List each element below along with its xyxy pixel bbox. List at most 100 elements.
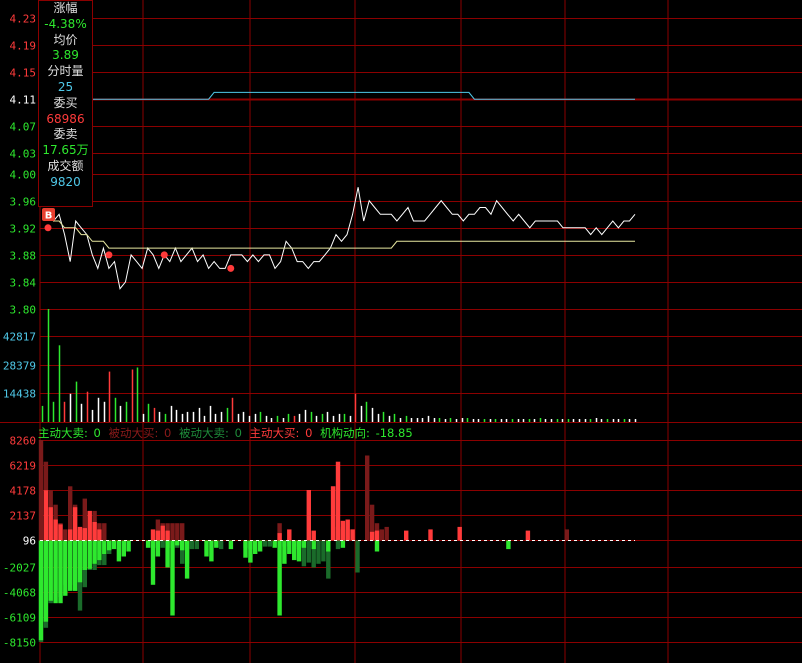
flow-bar: [170, 540, 175, 616]
price-tick-label: 3.88: [10, 250, 37, 263]
price-tick-label: 3.84: [10, 277, 37, 290]
flow-bar: [170, 523, 175, 541]
ask-label: 委卖: [53, 127, 78, 142]
price-tick-label: 3.92: [10, 223, 37, 236]
intraday-chart[interactable]: 4.23 4.19 4.15 4.11 4.07 4.03 4.00 3.96 3.92 3.88…: [0, 0, 802, 663]
flow-bar: [214, 540, 219, 548]
flow-bar: [53, 519, 58, 541]
flow-tick-label: -2027: [3, 562, 36, 575]
change-pct-label: 涨幅: [53, 1, 78, 15]
flow-bar: [257, 540, 263, 552]
flow-bar: [43, 540, 49, 622]
flow-bar: [72, 507, 78, 541]
flow-bar: [77, 526, 83, 541]
flow-bar: [155, 540, 161, 557]
flow-bar: [335, 540, 341, 550]
volume-value: 25: [57, 79, 74, 94]
flow-bar: [326, 540, 331, 552]
trade-dot: [227, 264, 235, 272]
flow-bar: [292, 540, 297, 561]
index-line: [48, 91, 635, 100]
flow-bar: [189, 540, 195, 550]
flow-bar: [48, 507, 53, 541]
flow-tick-label: 2137: [10, 510, 37, 523]
flow-item-institution: 机构动向: -18.85: [320, 426, 413, 440]
flow-bar: [369, 531, 375, 541]
price-tick-label: 4.15: [10, 67, 37, 80]
flow-tick-label: -6109: [3, 612, 36, 625]
flow-bar: [506, 540, 511, 550]
flow-bar: [384, 526, 389, 541]
volume-tick-label: 14438: [3, 388, 36, 401]
flow-bar: [335, 461, 341, 541]
flow-bar: [68, 540, 73, 591]
flow-bar: [311, 540, 316, 550]
price-tick-label: 3.80: [10, 304, 37, 317]
flow-bar: [287, 540, 292, 554]
flow-bar: [102, 523, 107, 541]
price-tick-label: 4.00: [10, 169, 37, 182]
flow-bar: [160, 525, 165, 541]
flow-bar: [277, 533, 282, 541]
bid-label: 委买: [53, 95, 78, 110]
flow-bar: [97, 529, 102, 541]
flow-bar: [82, 528, 87, 541]
flow-bar: [330, 486, 336, 541]
flow-item-active-sell: 主动大卖: 0: [38, 426, 101, 440]
price-tick-label: 4.03: [10, 148, 37, 161]
flow-bar: [43, 490, 49, 541]
flow-bar: [365, 455, 370, 541]
flow-bar: [150, 540, 156, 585]
flow-tick-label: -4068: [3, 587, 36, 600]
flow-bar: [374, 540, 380, 552]
flow-bar: [155, 530, 161, 541]
flow-bar: [175, 523, 180, 541]
volume-tick-label: 28379: [3, 360, 36, 373]
flow-bar: [404, 530, 409, 541]
flow-bar: [97, 540, 102, 561]
bid-value: 68986: [46, 111, 85, 126]
flow-bar: [92, 522, 97, 541]
flow-bar: [180, 523, 185, 541]
avg-price-label: 均价: [53, 32, 78, 47]
avg-line: [47, 213, 635, 249]
flow-item-active-buy: 主动大买: 0: [249, 426, 313, 440]
flow-bar: [218, 540, 224, 550]
flow-bar: [345, 519, 350, 541]
flow-bar: [92, 540, 97, 564]
flow-bar: [145, 540, 151, 548]
flow-bar: [63, 529, 68, 541]
flow-bar: [277, 540, 282, 616]
flow-bar: [160, 540, 165, 548]
flow-bar: [296, 540, 302, 562]
flow-tick-label: 4178: [10, 485, 37, 498]
flow-bar: [63, 540, 68, 596]
flow-bar: [228, 540, 234, 550]
price-tick-label: 3.96: [10, 196, 37, 209]
trade-dot: [105, 251, 113, 259]
info-panel: 涨幅 -4.38% 均价 3.89 分时量 25 委买 68986 委卖 17.…: [38, 0, 93, 207]
price-tick-label: 4.23: [10, 13, 37, 26]
flow-bar: [87, 540, 92, 569]
flow-bar: [68, 529, 73, 541]
buy-signal-marker: B: [42, 208, 55, 222]
flow-bar: [102, 540, 107, 554]
flow-bar: [282, 540, 287, 564]
flow-bar: [287, 529, 292, 541]
flow-bar: [301, 540, 307, 548]
flow-bar: [58, 540, 63, 604]
flow-bar: [248, 540, 253, 563]
flow-bar: [272, 540, 277, 548]
flow-bar: [82, 540, 87, 570]
flow-bar: [267, 540, 272, 547]
flow-tick-label: -8150: [3, 637, 36, 650]
fund-flow-legend: 主动大卖: 0 被动大买: 0 被动大卖: 0 主动大买: 0 机构动向: -1…: [38, 425, 417, 441]
flow-bar: [165, 540, 170, 568]
ask-value: 17.65万: [42, 143, 89, 158]
change-pct-value: -4.38%: [44, 16, 87, 31]
flow-bar: [253, 540, 258, 554]
volume-tick-label: 42817: [3, 331, 36, 344]
flow-bar: [457, 526, 462, 541]
flow-item-passive-sell: 被动大卖: 0: [179, 426, 242, 440]
flow-tick-label: 6219: [10, 460, 37, 473]
